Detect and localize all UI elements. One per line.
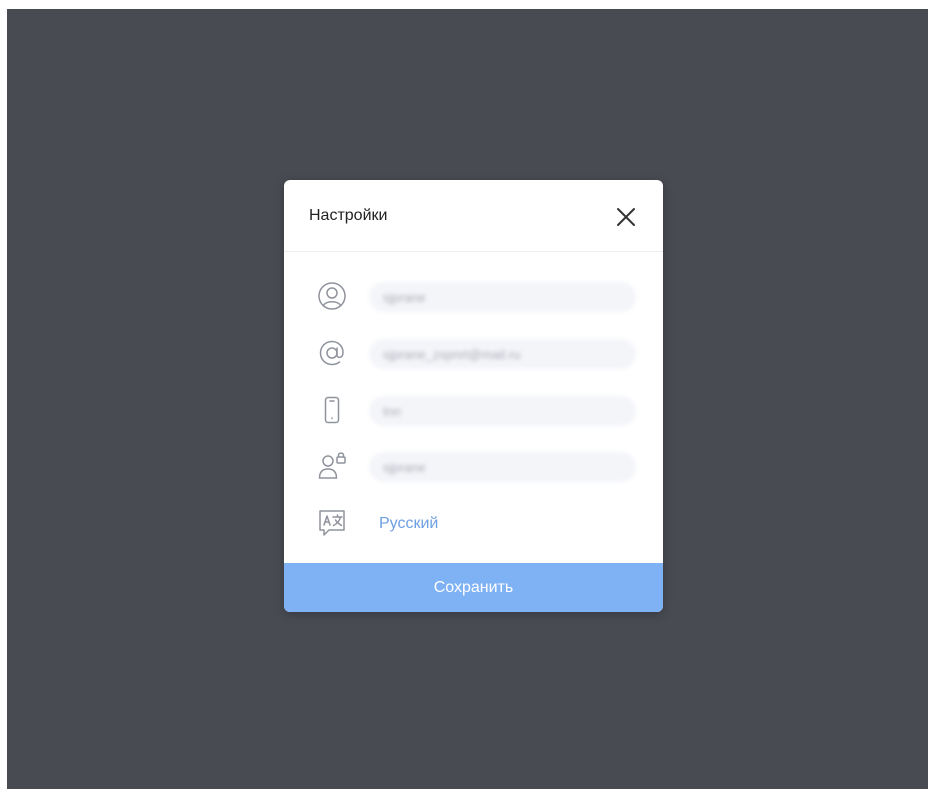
close-button[interactable]	[611, 202, 641, 232]
username-row	[284, 276, 663, 316]
dialog-title: Настройки	[309, 207, 388, 224]
translate-icon	[319, 510, 345, 536]
dialog-header: Настройки	[284, 180, 663, 252]
phone-input[interactable]	[369, 396, 636, 426]
language-row: Русский	[284, 503, 663, 543]
language-selector[interactable]: Русский	[379, 515, 438, 533]
user-icon	[318, 282, 346, 310]
save-button[interactable]: Сохранить	[284, 563, 663, 612]
phone-row	[284, 390, 663, 430]
username-input[interactable]	[369, 282, 636, 312]
email-input[interactable]	[369, 339, 636, 369]
settings-dialog: Настройки sjprane sjprane_zxpnrt@mail.ru…	[284, 180, 663, 612]
close-icon	[617, 208, 635, 226]
email-row	[284, 333, 663, 373]
user-lock-icon	[318, 452, 346, 479]
login-row	[284, 446, 663, 486]
at-sign-icon	[319, 340, 344, 366]
login-input[interactable]	[369, 452, 636, 482]
phone-icon	[324, 396, 340, 424]
